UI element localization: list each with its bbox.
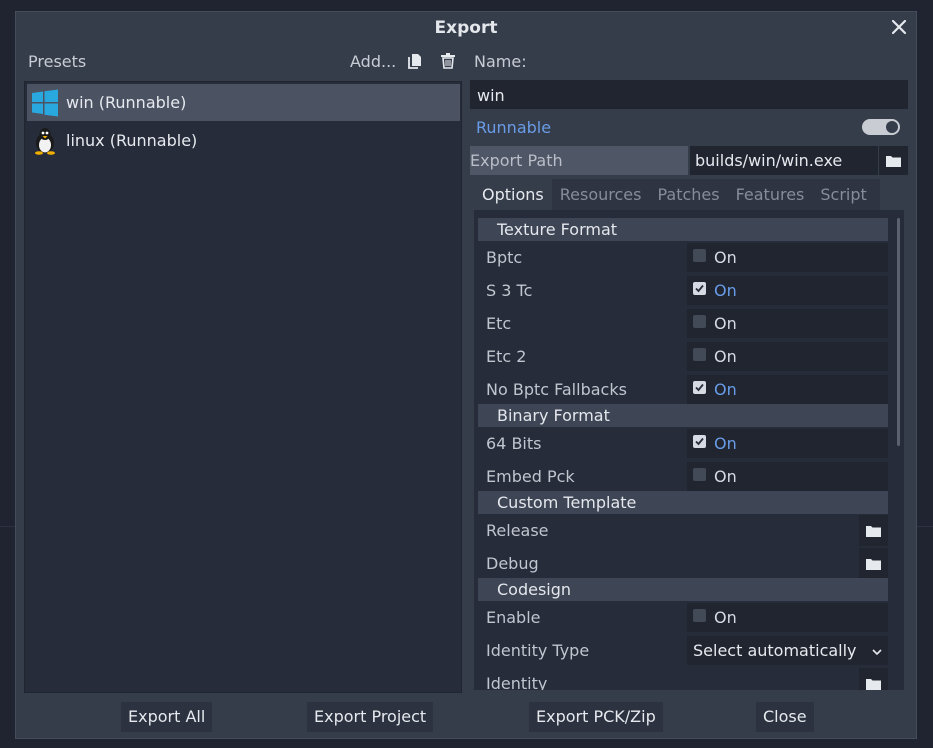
option-label: Etc — [486, 314, 512, 333]
option-label: Etc 2 — [486, 347, 527, 366]
no-bptc-fallbacks-checkbox[interactable] — [693, 381, 706, 394]
export-dialog: Export Presets Add... win (Runnable) lin… — [15, 11, 917, 739]
option-label: Identity — [486, 674, 548, 690]
tab-patches[interactable]: Patches — [649, 179, 728, 210]
option-value: On — [687, 375, 888, 404]
s3tc-checkbox[interactable] — [693, 282, 706, 295]
on-label: On — [714, 608, 737, 627]
etc-checkbox[interactable] — [693, 315, 706, 328]
chevron-down-icon — [872, 641, 882, 660]
on-label: On — [714, 281, 737, 300]
option-row-identity-type: Identity Type Select automatically — [478, 635, 888, 666]
add-preset-button[interactable]: Add... — [350, 52, 396, 71]
option-label: Embed Pck — [486, 467, 575, 486]
option-row-bptc: Bptc On — [478, 242, 888, 273]
section-custom-template: Custom Template — [478, 491, 888, 514]
preset-label: linux (Runnable) — [66, 131, 198, 150]
option-label: Enable — [486, 608, 541, 627]
on-label: On — [714, 467, 737, 486]
windows-icon — [30, 88, 60, 118]
identity-type-select[interactable]: Select automatically — [687, 636, 888, 665]
on-label: On — [714, 248, 737, 267]
option-value: On — [687, 603, 888, 632]
on-label: On — [714, 314, 737, 333]
folder-icon[interactable] — [857, 548, 888, 579]
export-path-input[interactable]: builds/win/win.exe — [690, 146, 878, 175]
option-value: On — [687, 243, 888, 272]
runnable-label: Runnable — [476, 118, 552, 137]
runnable-toggle[interactable] — [862, 119, 900, 135]
option-row-embed-pck: Embed Pck On — [478, 461, 888, 492]
toggle-knob — [886, 121, 898, 133]
on-label: On — [714, 347, 737, 366]
option-row-64-bits: 64 Bits On — [478, 428, 888, 459]
bptc-checkbox[interactable] — [693, 249, 706, 262]
option-label: Release — [486, 521, 549, 540]
option-label: Bptc — [486, 248, 523, 267]
export-path-label: Export Path — [470, 146, 688, 175]
on-label: On — [714, 380, 737, 399]
embed-pck-checkbox[interactable] — [693, 468, 706, 481]
close-icon[interactable] — [888, 16, 910, 38]
option-label: No Bptc Fallbacks — [486, 380, 627, 399]
preset-label: win (Runnable) — [66, 93, 187, 112]
export-project-button[interactable]: Export Project — [307, 702, 434, 732]
option-row-debug: Debug — [478, 548, 888, 579]
option-label: Debug — [486, 554, 539, 573]
folder-icon[interactable] — [857, 515, 888, 546]
option-row-identity: Identity — [478, 668, 888, 690]
option-row-etc2: Etc 2 On — [478, 341, 888, 372]
folder-icon[interactable] — [857, 668, 888, 690]
section-codesign: Codesign — [478, 578, 888, 601]
close-button[interactable]: Close — [756, 702, 814, 732]
folder-icon[interactable] — [879, 146, 908, 175]
option-value: On — [687, 462, 888, 491]
options-panel: Texture Format Bptc On S 3 Tc On Etc On … — [474, 210, 904, 690]
linux-tux-icon — [30, 126, 60, 156]
trash-icon[interactable] — [440, 52, 456, 70]
enable-checkbox[interactable] — [693, 609, 706, 622]
tab-script[interactable]: Script — [812, 179, 875, 210]
name-input[interactable]: win — [470, 80, 908, 109]
option-row-etc: Etc On — [478, 308, 888, 339]
dialog-title: Export — [434, 18, 498, 38]
option-label: 64 Bits — [486, 434, 542, 453]
options-scrollbar[interactable] — [897, 218, 900, 446]
name-label: Name: — [474, 52, 527, 71]
section-binary-format: Binary Format — [478, 404, 888, 427]
preset-item-linux[interactable]: linux (Runnable) — [27, 122, 460, 159]
64-bits-checkbox[interactable] — [693, 435, 706, 448]
on-label: On — [714, 434, 737, 453]
export-all-button[interactable]: Export All — [121, 702, 213, 732]
section-texture-format: Texture Format — [478, 218, 888, 241]
option-row-release: Release — [478, 515, 888, 546]
preset-list: win (Runnable) linux (Runnable) — [24, 81, 462, 693]
presets-label: Presets — [28, 52, 87, 71]
option-row-enable: Enable On — [478, 602, 888, 633]
duplicate-icon[interactable] — [407, 52, 423, 70]
option-label: Identity Type — [486, 641, 590, 660]
option-label: S 3 Tc — [486, 281, 533, 300]
option-value: On — [687, 276, 888, 305]
tab-features[interactable]: Features — [727, 179, 813, 210]
option-value: On — [687, 429, 888, 458]
option-row-no-bptc-fallbacks: No Bptc Fallbacks On — [478, 374, 888, 405]
preset-item-win[interactable]: win (Runnable) — [27, 84, 460, 121]
export-pck-zip-button[interactable]: Export PCK/Zip — [529, 702, 663, 732]
option-value: On — [687, 342, 888, 371]
tab-bar: Options Resources Patches Features Scrip… — [474, 179, 875, 210]
option-row-s3tc: S 3 Tc On — [478, 275, 888, 306]
tab-options[interactable]: Options — [474, 179, 552, 210]
etc2-checkbox[interactable] — [693, 348, 706, 361]
select-value: Select automatically — [693, 641, 857, 660]
option-value: On — [687, 309, 888, 338]
tab-resources[interactable]: Resources — [551, 179, 650, 210]
